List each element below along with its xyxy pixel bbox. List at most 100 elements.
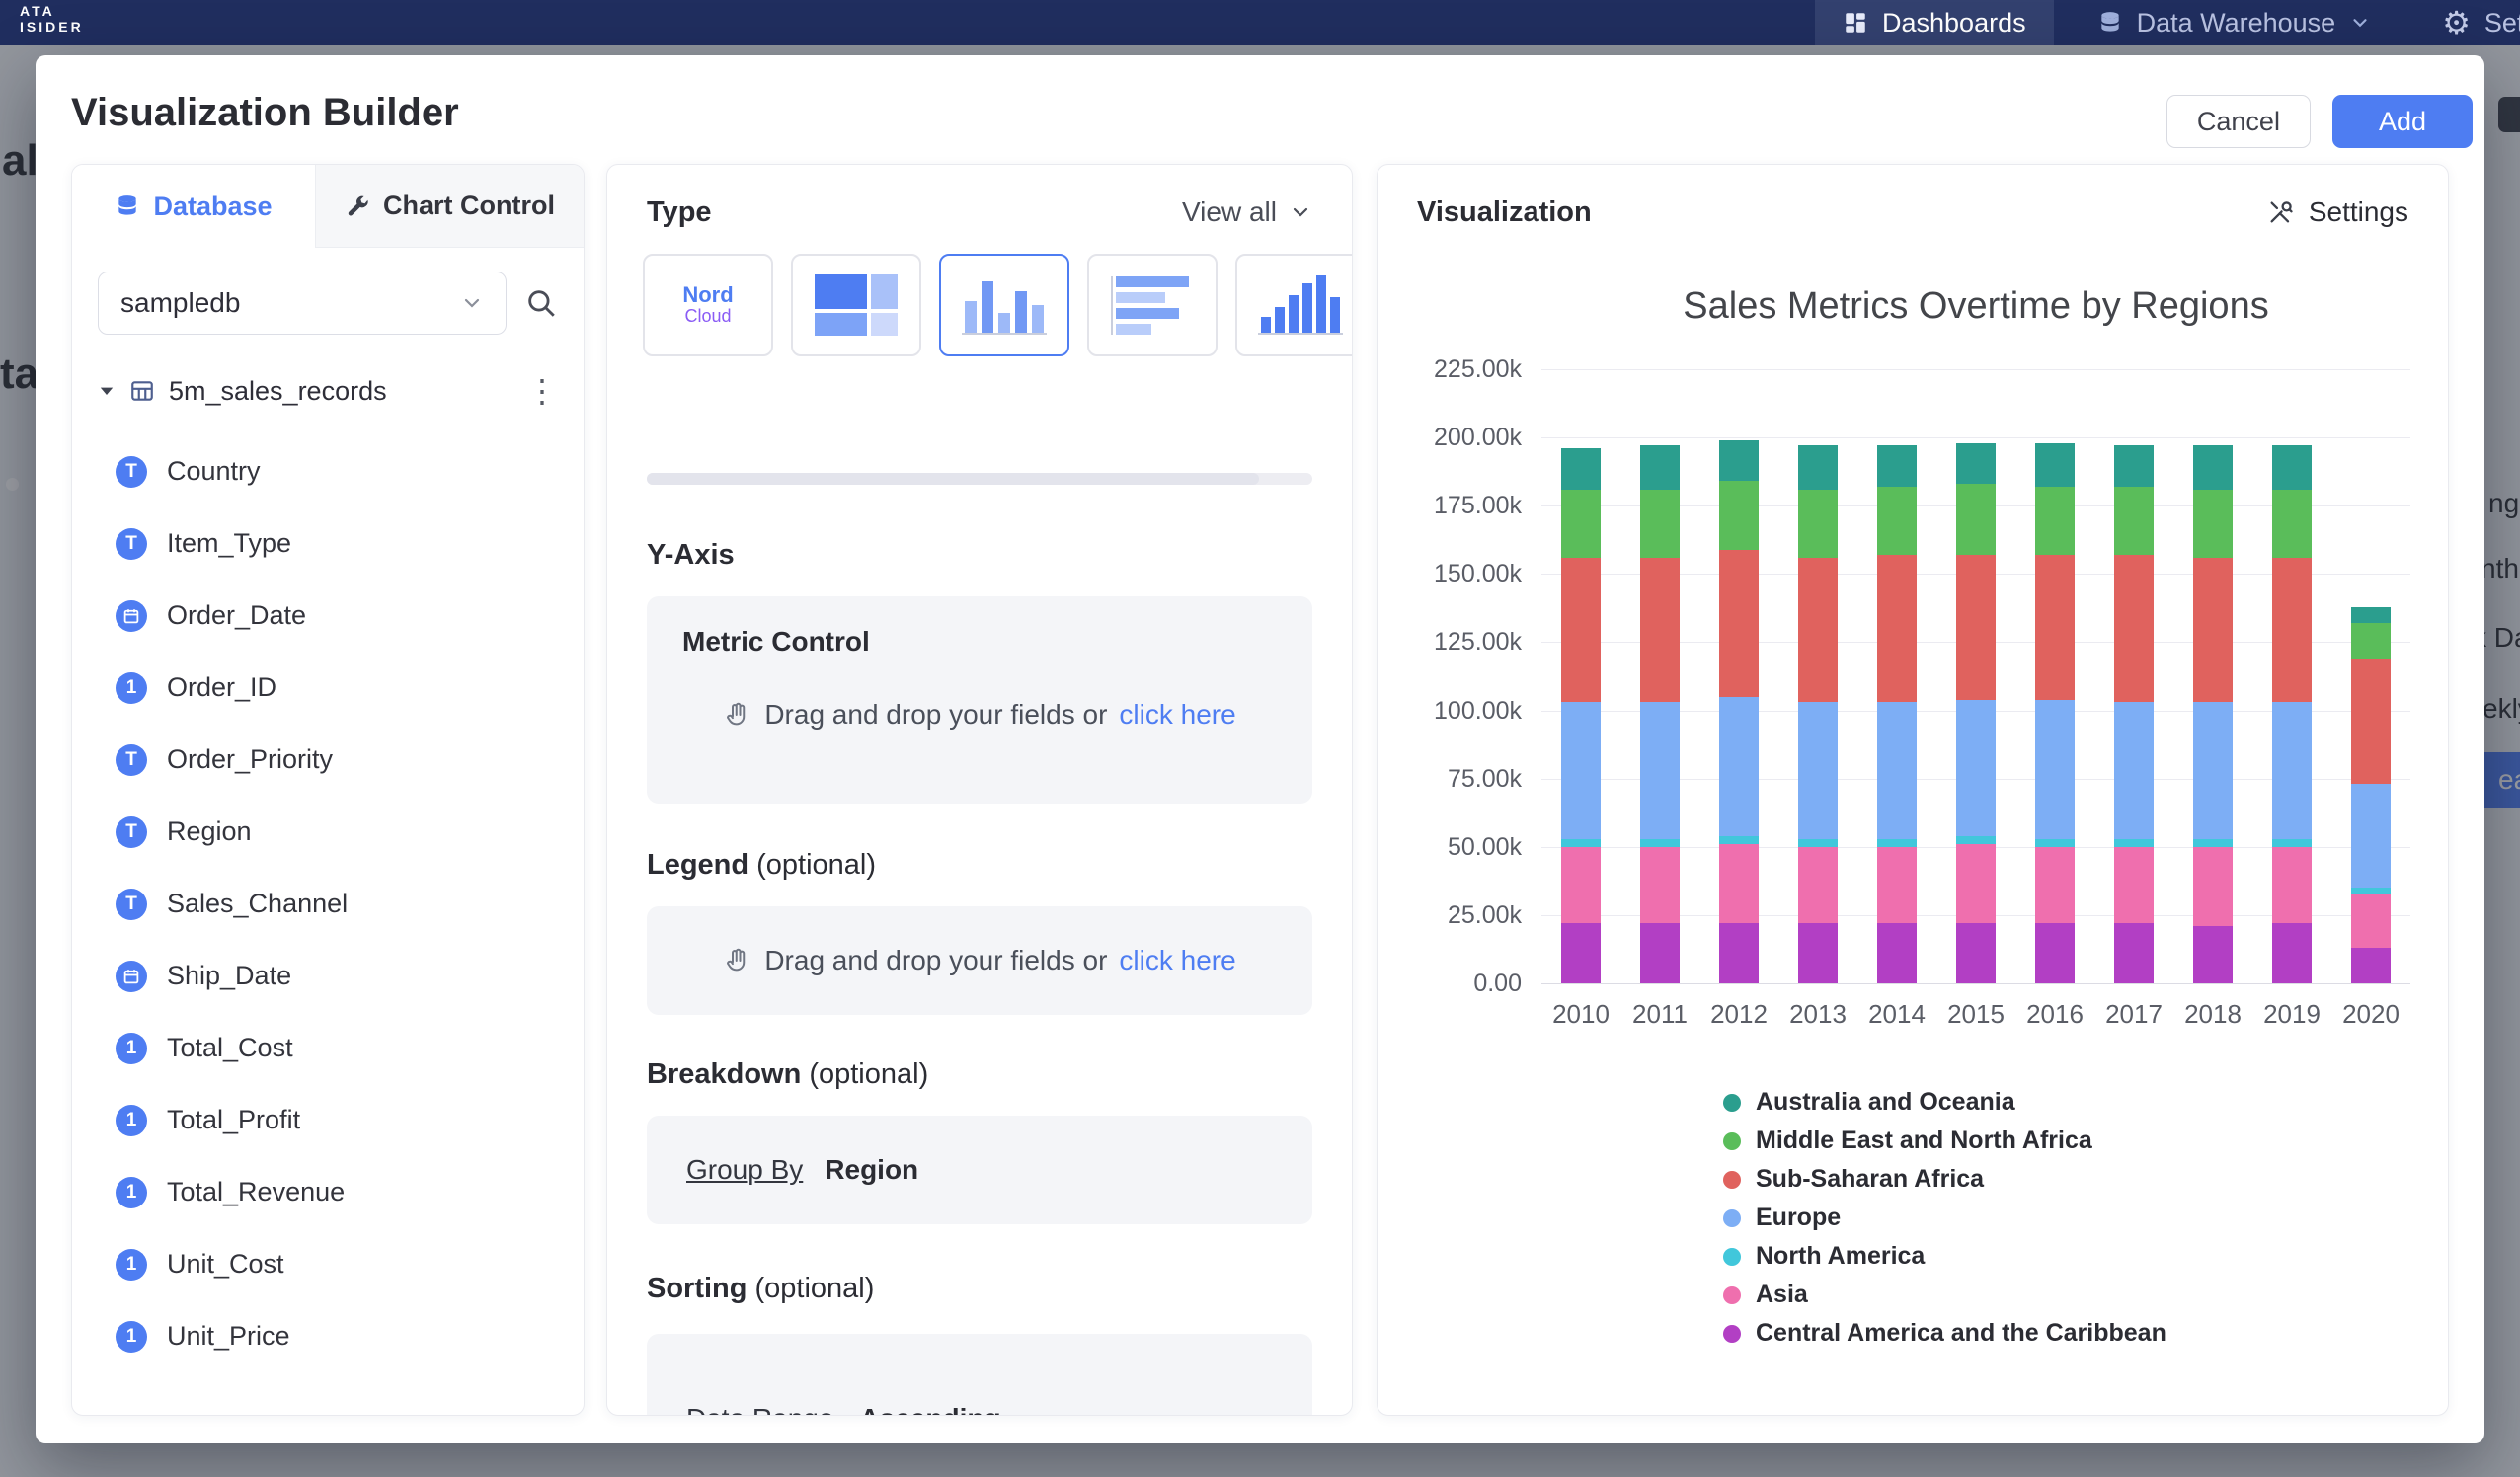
x-axis-label: 2013 (1778, 999, 1857, 1030)
bar-segment (1877, 445, 1917, 486)
chevron-down-icon (460, 291, 484, 315)
bar-segment (1956, 443, 1996, 484)
add-button[interactable]: Add (2332, 95, 2473, 148)
viz-settings-button[interactable]: Settings (2267, 196, 2408, 228)
chart-type-histogram[interactable] (1235, 254, 1352, 356)
nav-settings[interactable]: ⚙ Settings (2414, 0, 2520, 45)
bar-segment (2272, 847, 2312, 923)
breakdown-groupby-row[interactable]: Group By Region (647, 1116, 1312, 1224)
field-item-total_cost[interactable]: 1Total_Cost (72, 1012, 584, 1084)
tab-database[interactable]: Database (72, 165, 315, 248)
stacked-bar-2020[interactable] (2351, 607, 2391, 983)
number-field-icon: 1 (116, 1177, 147, 1208)
scrollbar-thumb[interactable] (647, 473, 1259, 485)
legend-item[interactable]: Australia and Oceania (1723, 1083, 2166, 1122)
stacked-bar-2012[interactable] (1719, 440, 1759, 983)
table-tree-row[interactable]: 5m_sales_records ⋮ (72, 368, 584, 414)
stacked-bar-2011[interactable] (1640, 445, 1680, 983)
field-label: Item_Type (167, 528, 291, 559)
sorting-field-label[interactable]: Data Range (686, 1403, 833, 1416)
nav-data-warehouse[interactable]: Data Warehouse (2070, 0, 2400, 45)
stacked-bar-2014[interactable] (1877, 445, 1917, 983)
field-item-country[interactable]: TCountry (72, 435, 584, 507)
field-item-ship_date[interactable]: Ship_Date (72, 940, 584, 1012)
word-cloud-icon: Nord Cloud (682, 283, 733, 327)
histogram-icon (1258, 275, 1343, 335)
field-item-sales_channel[interactable]: TSales_Channel (72, 868, 584, 940)
nav-dashboards[interactable]: Dashboards (1815, 0, 2054, 45)
builder-panel: Type View all Nord Cloud (606, 164, 1353, 1416)
stacked-bar-2019[interactable] (2272, 445, 2312, 983)
bar-segment (2035, 923, 2075, 983)
chart-type-bar[interactable] (1087, 254, 1218, 356)
legend-label: Sub-Saharan Africa (1756, 1165, 1984, 1194)
legend-item[interactable]: Europe (1723, 1199, 2166, 1237)
chart-type-word-cloud[interactable]: Nord Cloud (643, 254, 773, 356)
legend-dot (1723, 1209, 1741, 1227)
datasource-select-value: sampledb (120, 287, 240, 319)
chart-type-scrollbar[interactable] (647, 473, 1312, 485)
stacked-bar-2015[interactable] (1956, 443, 1996, 983)
legend-label: Middle East and North Africa (1756, 1127, 2092, 1155)
datasource-row: sampledb (72, 272, 584, 335)
field-item-item_type[interactable]: TItem_Type (72, 507, 584, 580)
bar-segment (2351, 659, 2391, 784)
y-axis-tick: 200.00k (1377, 424, 1522, 452)
field-item-unit_price[interactable]: 1Unit_Price (72, 1300, 584, 1372)
legend-item[interactable]: Asia (1723, 1276, 2166, 1314)
bar-slot (2173, 369, 2252, 983)
nav-dashboards-label: Dashboards (1882, 8, 2026, 39)
field-item-region[interactable]: TRegion (72, 796, 584, 868)
bar-segment (1719, 697, 1759, 836)
bar-segment (2193, 558, 2233, 703)
stacked-bar-2013[interactable] (1798, 445, 1838, 983)
legend-item[interactable]: Sub-Saharan Africa (1723, 1160, 2166, 1199)
number-field-icon: 1 (116, 1033, 147, 1064)
bar-segment (1719, 923, 1759, 983)
x-axis-label: 2019 (2252, 999, 2331, 1030)
sorting-row[interactable]: Data Range Ascending (647, 1334, 1312, 1416)
view-all-dropdown[interactable]: View all (1182, 196, 1312, 228)
legend-item[interactable]: Central America and the Caribbean (1723, 1314, 2166, 1353)
bar-segment (1561, 847, 1601, 923)
legend-item[interactable]: Middle East and North Africa (1723, 1122, 2166, 1160)
date-field-icon (116, 961, 147, 992)
date-field-icon (116, 600, 147, 632)
x-axis-label: 2011 (1620, 999, 1699, 1030)
click-here-link[interactable]: click here (1119, 945, 1235, 976)
stacked-bar-2017[interactable] (2114, 445, 2154, 983)
bar-segment (1798, 847, 1838, 923)
cancel-button[interactable]: Cancel (2166, 95, 2311, 148)
table-menu-kebab-icon[interactable]: ⋮ (526, 375, 558, 407)
search-icon[interactable] (524, 286, 558, 320)
field-item-total_profit[interactable]: 1Total_Profit (72, 1084, 584, 1156)
bar-segment (1877, 839, 1917, 847)
stacked-bar-2016[interactable] (2035, 443, 2075, 983)
database-panel: Database Chart Control sampledb 5m_sales… (71, 164, 585, 1416)
bar-segment (2272, 445, 2312, 489)
metric-control-dropzone[interactable]: Metric Control Drag and drop your fields… (647, 596, 1312, 804)
chart-type-column[interactable] (939, 254, 1069, 356)
field-item-order_id[interactable]: 1Order_ID (72, 652, 584, 724)
field-item-order_priority[interactable]: TOrder_Priority (72, 724, 584, 796)
field-label: Total_Profit (167, 1105, 300, 1135)
x-axis-label: 2020 (2331, 999, 2410, 1030)
tab-chart-control[interactable]: Chart Control (315, 165, 584, 248)
stacked-bar-2010[interactable] (1561, 448, 1601, 983)
number-field-icon: 1 (116, 672, 147, 704)
stacked-bar-2018[interactable] (2193, 445, 2233, 983)
group-by-label[interactable]: Group By (686, 1154, 803, 1186)
bar-segment (2114, 445, 2154, 486)
text-field-icon: T (116, 889, 147, 920)
legend-dropzone[interactable]: Drag and drop your fields or click here (647, 906, 1312, 1015)
chart-type-treemap[interactable] (791, 254, 921, 356)
legend-item[interactable]: North America (1723, 1237, 2166, 1276)
field-item-total_revenue[interactable]: 1Total_Revenue (72, 1156, 584, 1228)
field-item-unit_cost[interactable]: 1Unit_Cost (72, 1228, 584, 1300)
click-here-link[interactable]: click here (1119, 699, 1235, 731)
view-all-label: View all (1182, 196, 1277, 228)
field-item-order_date[interactable]: Order_Date (72, 580, 584, 652)
datasource-select[interactable]: sampledb (98, 272, 507, 335)
bar-segment (1561, 923, 1601, 983)
bar-segment (1719, 844, 1759, 923)
